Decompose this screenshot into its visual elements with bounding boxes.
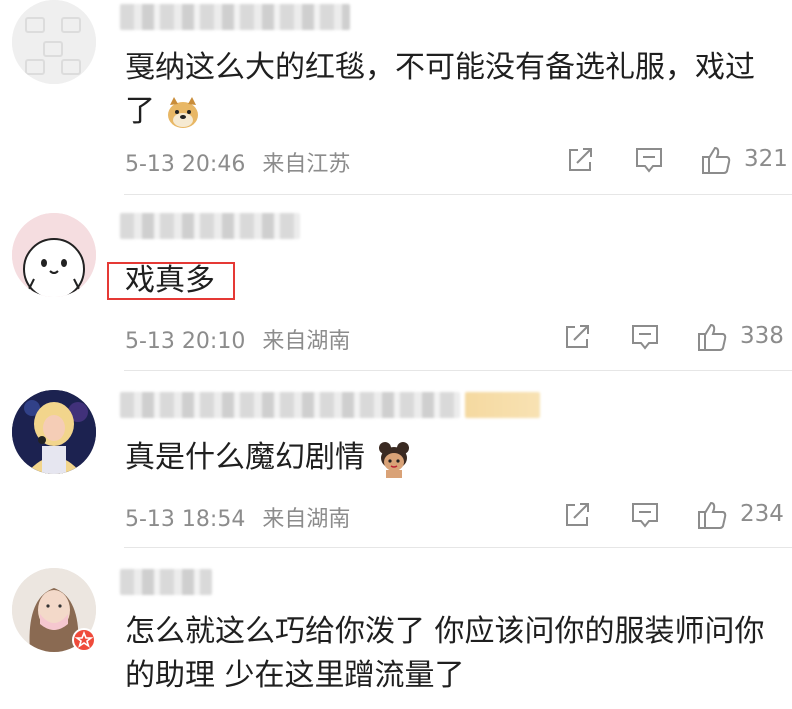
like-count: 234 [740, 501, 784, 527]
thumbs-up-icon [698, 501, 727, 529]
comment-item-2: 戏真多 5-13 20:10 来自湖南 338 [0, 195, 792, 370]
comment-meta: 5-13 20:10 来自湖南 [125, 323, 350, 355]
comment-time: 5-13 18:54 [125, 507, 246, 532]
comment-location: 来自江苏 [262, 152, 351, 177]
singer-photo-avatar [12, 390, 96, 474]
like-button[interactable] [696, 499, 727, 529]
share-button[interactable] [565, 145, 595, 175]
comment-item-1: 戛纳这么大的红毯，不可能没有备选礼服，戏过 了 5-13 20:46 来自江苏 [0, 0, 792, 194]
comment-text-line: 的助理 少在这里蹭流量了 [125, 658, 465, 693]
comment-text-line: 真是什么魔幻剧情 [125, 440, 365, 475]
comment-item-4: 怎么就这么巧给你泼了 你应该问你的服装师问你 的助理 少在这里蹭流量了 [0, 548, 792, 709]
doge-emoji [165, 95, 201, 131]
reply-button[interactable] [630, 322, 660, 352]
comment-text-line: 了 [125, 94, 155, 129]
comment-text: 真是什么魔幻剧情 [125, 436, 413, 480]
thumbs-up-icon [698, 323, 727, 351]
comment-meta: 5-13 18:54 来自湖南 [125, 501, 350, 533]
share-icon [566, 503, 589, 526]
share-icon [566, 325, 589, 348]
reply-button[interactable] [634, 145, 664, 175]
cartoon-avatar-icon [12, 213, 96, 297]
comment-text-line: 怎么就这么巧给你泼了 你应该问你的服装师问你 [125, 614, 765, 649]
share-icon [569, 148, 592, 171]
comment-meta: 5-13 20:46 来自江苏 [125, 146, 350, 178]
reply-button[interactable] [630, 500, 660, 530]
like-count: 321 [744, 146, 788, 172]
comment-icon [636, 148, 662, 173]
comment-icon [632, 503, 658, 528]
like-count: 338 [740, 323, 784, 349]
avatar-placeholder[interactable] [12, 0, 96, 84]
username-blurred[interactable] [120, 213, 300, 239]
thumbs-up-icon [702, 146, 731, 174]
username-blurred[interactable] [120, 392, 540, 418]
comment-text-line: 戛纳这么大的红毯，不可能没有备选礼服，戏过 [125, 50, 755, 85]
share-button[interactable] [562, 322, 592, 352]
username-blurred[interactable] [120, 4, 350, 30]
like-button[interactable] [700, 144, 731, 174]
comment-time: 5-13 20:46 [125, 152, 246, 177]
username-blurred[interactable] [120, 569, 212, 595]
comment-location: 来自湖南 [262, 329, 351, 354]
star-icon [74, 630, 94, 648]
comment-text-line: 戏真多 [125, 263, 215, 298]
avatar[interactable] [12, 390, 96, 474]
comment-icon [632, 325, 658, 350]
comment-time: 5-13 20:10 [125, 329, 246, 354]
comment-text: 怎么就这么巧给你泼了 你应该问你的服装师问你 的助理 少在这里蹭流量了 [125, 610, 765, 698]
image-placeholder-icon [12, 0, 96, 84]
avatar[interactable] [12, 213, 96, 297]
comment-location: 来自湖南 [262, 507, 351, 532]
cartoon-girl-emoji [375, 440, 413, 478]
comment-text: 戏真多 [125, 259, 215, 303]
comment-item-3: 真是什么魔幻剧情 5-13 18:54 来自湖南 234 [0, 371, 792, 547]
verified-badge [72, 628, 96, 652]
comment-text: 戛纳这么大的红毯，不可能没有备选礼服，戏过 了 [125, 46, 755, 134]
share-button[interactable] [562, 500, 592, 530]
like-button[interactable] [696, 321, 727, 351]
